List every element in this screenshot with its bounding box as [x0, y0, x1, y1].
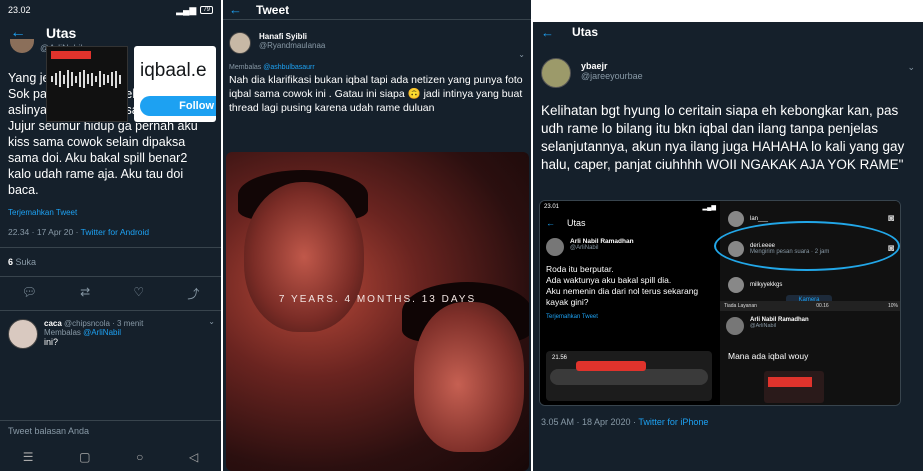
embedded-author-handle: @ArliNabil — [750, 323, 777, 329]
middle-tweet-screenshot: ← Tweet Hanafi Syibli @Ryandmaulanaa ⌄ M… — [223, 0, 531, 471]
tweet-actions: 💬︎ ⇄ ♡ ⤴ — [0, 276, 221, 311]
author-handle[interactable]: @Ryandmaulanaa — [259, 41, 325, 50]
tweet-author: Hanafi Syibli @Ryandmaulanaa ⌄ — [223, 20, 531, 59]
back-arrow-icon: ← — [546, 218, 555, 228]
avatar — [726, 317, 744, 335]
mention-link[interactable]: @ashbulbasaurr — [263, 64, 314, 71]
signal-icon: ▂▄▆ — [176, 4, 197, 15]
left-phone-screenshot: 23.02 ▂▄▆ 79 ← Utas @ArliNabil Yang jela… — [0, 0, 221, 471]
reply-image-profile[interactable]: iqbaal.e Follow — [134, 46, 216, 122]
tweet-meta: 22.34 · 17 Apr 20 · Twitter for Android — [0, 217, 221, 237]
battery-icon: 79 — [200, 6, 213, 14]
waveform-icon — [51, 69, 125, 89]
like-icon[interactable]: ♡ — [133, 285, 144, 302]
tweet-timestamp: 3.05 AM · 18 Apr 2020 · — [541, 417, 639, 427]
translate-link[interactable]: Terjemahkan Tweet — [0, 198, 221, 217]
author-name[interactable]: ybaejr — [581, 61, 643, 71]
tweet-source[interactable]: Twitter for iPhone — [638, 417, 708, 427]
embedded-title: Utas — [567, 218, 586, 228]
tweet-timestamp: 22.34 · 17 Apr 20 · — [8, 227, 81, 237]
home-icon[interactable]: ▢ — [79, 450, 90, 464]
mention-link[interactable]: @ArliNabil — [83, 328, 121, 337]
embedded-author-handle: @ArliNabil — [570, 245, 599, 251]
chevron-down-icon[interactable]: ⌄ — [518, 50, 525, 59]
reply-icon[interactable]: 💬︎ — [22, 285, 37, 302]
avatar[interactable] — [229, 32, 251, 54]
tweet-text: Nah dia klarifikasi bukan iqbal tapi ada… — [229, 74, 523, 114]
highlight-circle — [714, 221, 900, 271]
photo-caption: 7 YEARS. 4 MONTHS. 13 DAYS — [278, 294, 477, 305]
reply-input[interactable]: Tweet balasan Anda — [0, 420, 221, 442]
chevron-down-icon[interactable]: ⌄ — [208, 317, 215, 326]
status-bar: 23.02 ▂▄▆ 79 — [0, 0, 221, 20]
back-arrow-icon[interactable]: ← — [541, 25, 554, 40]
chevron-down-icon[interactable]: ⌄ — [907, 62, 915, 73]
app-header: ← Tweet — [223, 0, 531, 20]
tweet-meta: 3.05 AM · 18 Apr 2020 · Twitter for iPho… — [541, 417, 708, 427]
embedded-author-name: Arli Nabil Ramadhan — [570, 238, 634, 245]
reply-text: ini? — [44, 337, 59, 347]
embedded-tweet-text: Roda itu berputar. Ada waktunya aku baka… — [546, 264, 699, 307]
reply-author-handle: @chipsncola · 3 menit — [61, 319, 144, 328]
avatar[interactable] — [10, 39, 34, 53]
circle-icon[interactable]: ○ — [136, 450, 143, 464]
dm-row: milkyyekkgs — [728, 277, 782, 293]
follow-button: Follow — [140, 96, 216, 116]
embedded-thread: 23.01 ▂▄▆ ← Utas Arli Nabil Ramadhan @Arl… — [540, 201, 720, 405]
right-thread-screenshot: ← Utas ybaejr @jareeyourbae ⌄ Kelihatan … — [533, 0, 923, 471]
replying-to: Membalas @ashbulbasaurr — [229, 64, 315, 71]
author-name[interactable]: Hanafi Syibli — [259, 32, 325, 41]
app-header: ← Utas — [533, 22, 923, 42]
profile-username: iqbaal.e — [140, 60, 207, 81]
embedded-tweet-text: Mana ada iqbal wouy — [728, 351, 809, 361]
page-title: Utas — [572, 25, 599, 39]
embedded-status-bar: Tiada Layanan 00.16 10% — [720, 301, 900, 311]
likes-count[interactable]: 6 Suka — [0, 248, 221, 276]
redaction-mark — [768, 377, 812, 387]
signal-icon: ▂▄▆ — [702, 205, 716, 211]
status-time: 23.02 — [8, 5, 31, 15]
embedded-phone-bar: 21.56 — [546, 351, 712, 401]
reply-author-name[interactable]: caca — [44, 319, 62, 328]
avatar — [728, 277, 744, 293]
redaction-mark — [51, 51, 91, 59]
redaction-mark — [576, 361, 646, 371]
camera-icon: ◙ — [887, 213, 894, 224]
android-nav-bar: ☰ ▢ ○ ◁ — [0, 442, 221, 471]
tweet-source[interactable]: Twitter for Android — [81, 227, 150, 237]
author-handle[interactable]: @jareeyourbae — [581, 71, 643, 81]
page-title: Tweet — [256, 2, 290, 17]
tweet-photo[interactable]: 7 YEARS. 4 MONTHS. 13 DAYS — [226, 152, 529, 471]
back-arrow-icon[interactable]: ← — [229, 2, 242, 17]
reply-image-voice[interactable] — [46, 46, 128, 122]
retweet-icon[interactable]: ⇄ — [80, 285, 90, 302]
back-triangle-icon[interactable]: ◁ — [189, 450, 198, 464]
menu-icon[interactable]: ☰ — [23, 450, 34, 464]
avatar — [728, 211, 744, 227]
embedded-translate-link: Terjemahkan Tweet — [546, 314, 598, 320]
avatar[interactable] — [541, 58, 571, 88]
share-icon[interactable]: ⤴ — [187, 285, 199, 302]
avatar — [546, 238, 564, 256]
tweet-author: ybaejr @jareeyourbae ⌄ — [533, 42, 923, 88]
status-time: 23.01 — [544, 204, 560, 210]
page-title: Utas — [46, 25, 77, 41]
embedded-image — [764, 371, 824, 403]
attached-screenshot[interactable]: 23.01 ▂▄▆ ← Utas Arli Nabil Ramadhan @Arl… — [539, 200, 901, 406]
avatar[interactable] — [8, 319, 38, 349]
tweet-text: Kelihatan bgt hyung lo ceritain siapa eh… — [541, 103, 905, 172]
embedded-dm-list: lan___ ◙ deri.eeee Mengirim pesan suara … — [714, 201, 900, 405]
